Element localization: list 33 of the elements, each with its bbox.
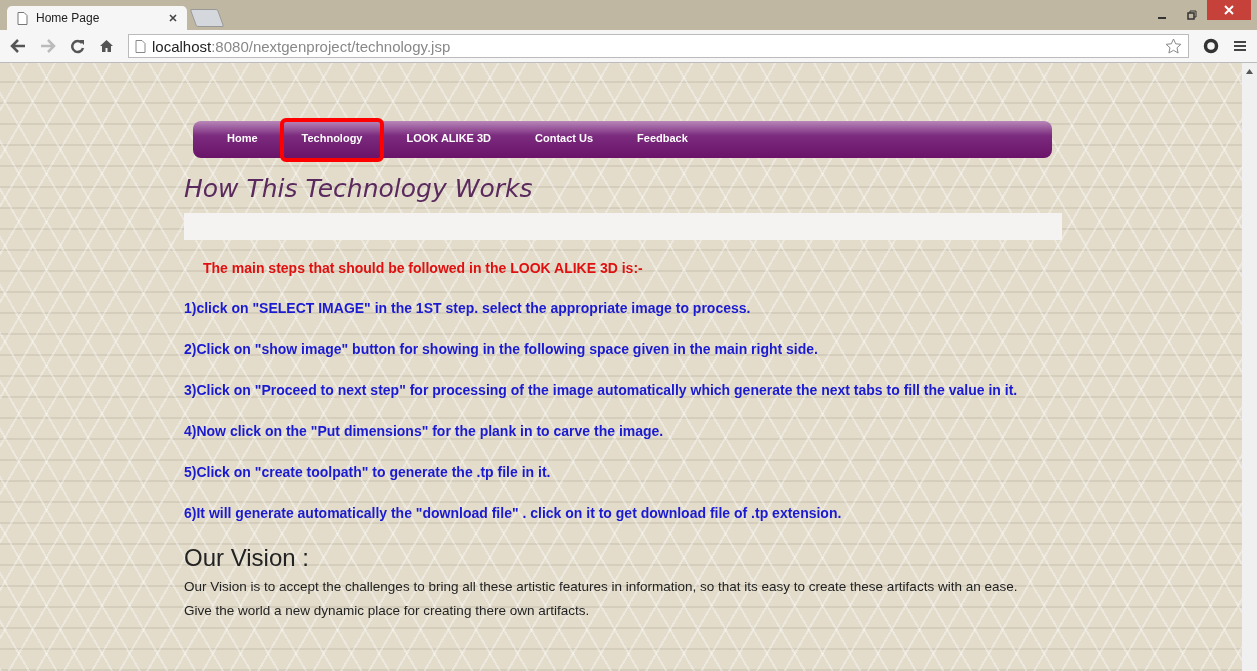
vision-text: Give the world a new dynamic place for creating there own artifacts. — [184, 602, 591, 620]
nav-tab[interactable]: LOOK ALIKE 3D — [384, 117, 514, 162]
menu-icon[interactable] — [1233, 40, 1247, 52]
close-button[interactable] — [1207, 0, 1251, 20]
scrollbar[interactable] — [1242, 63, 1257, 671]
step-text: 5)Click on "create toolpath" to generate the .tp file in it. — [184, 464, 552, 481]
close-icon[interactable] — [169, 14, 177, 22]
back-icon[interactable] — [10, 39, 26, 53]
scroll-up-icon[interactable] — [1246, 69, 1253, 74]
star-icon[interactable] — [1165, 38, 1182, 54]
reload-icon[interactable] — [70, 38, 85, 54]
vision-text: Our Vision is to accept the challenges to bring all these artistic features in information, so that its easy to create these artifacts with an ease. — [184, 578, 1019, 596]
home-icon[interactable] — [99, 39, 114, 53]
page-heading: How This Technology Works — [184, 174, 534, 203]
nav-tab[interactable]: Contact Us — [513, 117, 616, 162]
ring-icon[interactable] — [1203, 38, 1219, 54]
browser-tab[interactable]: Home Page — [7, 6, 187, 30]
section-heading: Our Vision : — [184, 544, 310, 572]
step-text: 3)Click on "Proceed to next step" for processing of the image automatically which generate the next tabs to fill the value in it. — [184, 382, 1019, 399]
page-icon — [135, 39, 146, 53]
address-bar[interactable]: localhost:8080/nextgenproject/technology.jsp — [128, 34, 1189, 58]
intro-text: The main steps that should be followed in the LOOK ALIKE 3D is:- — [203, 260, 644, 276]
restore-icon[interactable] — [1187, 10, 1197, 20]
close-icon — [1224, 5, 1234, 15]
nav-tab[interactable]: Feedback — [615, 117, 710, 162]
step-text: 6)It will generate automatically the "download file" . click on it to get download file of .tp extension. — [184, 505, 843, 522]
step-text: 1)click on "SELECT IMAGE" in the 1ST step. select the appropriate image to process. — [184, 300, 752, 317]
nav-tab[interactable]: Technology — [279, 117, 385, 162]
nav-tab[interactable]: Home — [205, 117, 280, 162]
tab-title: Home Page — [36, 11, 101, 25]
step-text: 4)Now click on the "Put dimensions" for the plank in to carve the image. — [184, 423, 665, 440]
step-text: 2)Click on "show image" button for showing in the following space given in the main right side. — [184, 341, 819, 358]
page-icon — [17, 11, 28, 25]
